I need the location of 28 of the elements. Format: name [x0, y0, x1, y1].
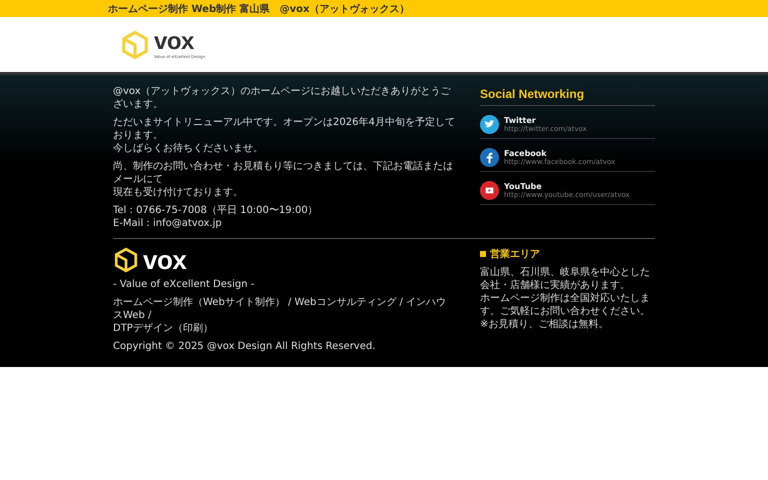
f-letter-icon[interactable]: [480, 148, 499, 167]
copyright: Copyright © 2025 @vox Design All Rights Reserved.: [113, 340, 376, 353]
bird-icon[interactable]: [480, 115, 499, 134]
intro-text: Tel : 0766-75-7008（平日 10:00〜19:00）: [113, 204, 319, 217]
intro-text: ただいまサイトリニューアル中です。オープンは2026年4月中旬を予定しております。: [113, 116, 456, 142]
social-link[interactable]: Facebook: [504, 149, 616, 158]
cube-logo-icon: [120, 30, 150, 60]
area-text: ※お見積り、ご相談は無料。: [480, 318, 610, 331]
area-text: 富山県、石川県、岐阜県を中心とした会社・店舗様に実績があります。: [480, 266, 651, 292]
intro-text: @vox（アットヴォックス）のホームページにお越しいただきありがとうございます。: [113, 85, 452, 111]
logo-text[interactable]: vox: [154, 30, 206, 54]
square-icon: [480, 251, 486, 257]
intro-text: E-Mail : info@atvox.jp: [113, 217, 223, 230]
social-link[interactable]: YouTube: [504, 182, 630, 191]
logo-text[interactable]: vox: [143, 247, 186, 273]
services-text: DTPデザイン（印刷）: [113, 322, 214, 335]
tagline: - Value of eXcellent Design -: [113, 278, 256, 291]
area-text: ホームページ制作は全国対応いたします。ご気軽にお問い合わせください。: [480, 292, 651, 318]
intro-text: 現在も受け付けております。: [113, 186, 244, 199]
intro-text: 尚、制作のお問い合わせ・お見積もり等につきましては、下記お電話またはメールにて: [113, 160, 454, 186]
section-heading: Social Networking: [480, 85, 655, 106]
social-link[interactable]: Twitter: [504, 116, 587, 125]
services-text: ホームページ制作（Webサイト制作） / Webコンサルティング / インハウスWeb /: [113, 296, 448, 322]
play-icon[interactable]: [480, 181, 499, 200]
section-heading: 営業エリア: [490, 248, 540, 261]
cube-logo-icon: [113, 247, 139, 273]
intro-text: 今しばらくお待ちくださいませ。: [113, 142, 264, 155]
site-title: ホームページ制作 Web制作 富山県 @vox（アットヴォックス）: [108, 2, 410, 16]
